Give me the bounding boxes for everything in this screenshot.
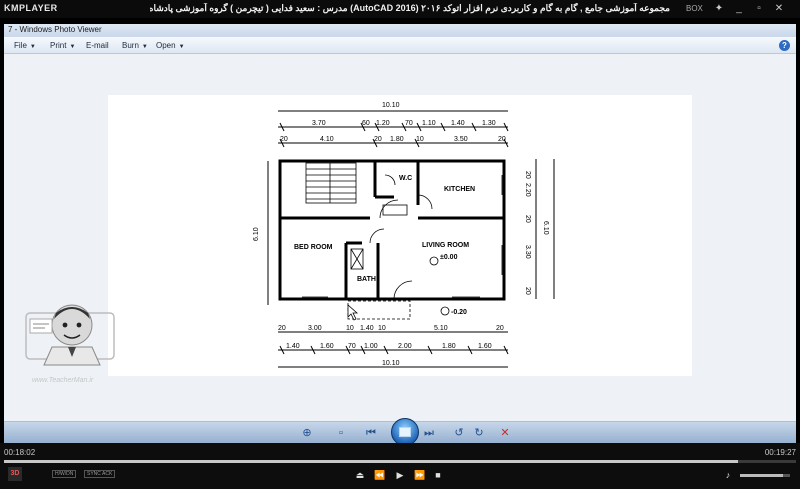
dim-bot2-1: 1.60	[320, 343, 334, 350]
previous-icon[interactable]: ⏮	[364, 426, 378, 440]
floor-plan-image: W.C KITCHEN BED ROOM LIVING ROOM BATH ±0…	[108, 95, 692, 376]
room-living-label: LIVING ROOM	[422, 242, 469, 249]
dim-top1-2: 1.20	[376, 120, 390, 127]
zoom-icon[interactable]: ⊕	[300, 426, 314, 440]
dim-bot2-5: 1.80	[442, 343, 456, 350]
dim-bot1-4: 10	[378, 325, 386, 332]
level-inside-label: ±0.00	[440, 254, 458, 261]
eject-icon[interactable]: ⏏	[354, 469, 366, 481]
next-icon[interactable]: ⏭	[422, 426, 436, 440]
time-total: 00:19:27	[764, 448, 796, 457]
seek-bar[interactable]	[4, 460, 796, 463]
dim-top2-3: 1.80	[390, 136, 404, 143]
dim-top1-5: 1.40	[451, 120, 465, 127]
dim-top2-0: 20	[280, 136, 288, 143]
3d-button[interactable]: 3D	[8, 467, 22, 481]
dim-top2-4: 10	[416, 136, 424, 143]
dim-top2-2: 20	[374, 136, 382, 143]
floor-plan-svg: W.C KITCHEN BED ROOM LIVING ROOM BATH ±0…	[253, 102, 555, 368]
teacher-logo	[20, 295, 120, 385]
menu-burn[interactable]: Burn ▼	[122, 41, 148, 50]
volume-level	[740, 474, 783, 477]
delete-icon[interactable]: ✕	[498, 426, 512, 440]
rotate-ccw-icon[interactable]: ↺	[452, 426, 466, 440]
room-wc-label: W.C	[399, 175, 412, 182]
dim-bot1-6: 20	[496, 325, 504, 332]
stop-icon[interactable]: ■	[432, 469, 444, 481]
viewer-menu-bar: File ▼ Print ▼ E-mail Burn ▼ Open ▼ ?	[4, 37, 796, 54]
room-bath-label: BATH	[357, 276, 376, 283]
maximize-icon[interactable]: ▫	[752, 2, 766, 16]
viewer-navigation-bar: ⊕ ▫ ⏮ ⏭ ↺ ↻ ✕	[4, 418, 796, 446]
dim-left-total: 6.10	[253, 227, 260, 241]
hw-tag[interactable]: H/W/DN	[52, 470, 77, 478]
help-icon[interactable]: ?	[779, 40, 790, 51]
dim-top2-6: 20	[498, 136, 506, 143]
dim-bottom-total: 10.10	[382, 360, 400, 367]
forward-icon[interactable]: ⏩	[414, 469, 426, 481]
player-logo: KMPLAYER	[4, 3, 58, 13]
menu-file[interactable]: File ▼	[14, 41, 36, 50]
dim-bot2-3: 1.00	[364, 343, 378, 350]
viewer-title: 7 - Windows Photo Viewer	[8, 25, 102, 34]
room-kitchen-label: KITCHEN	[444, 186, 475, 193]
slideshow-button[interactable]	[391, 418, 419, 446]
dim-bot1-1: 3.00	[308, 325, 322, 332]
dim-right-2: 20	[524, 215, 531, 223]
dim-bot2-0: 1.40	[286, 343, 300, 350]
menu-email[interactable]: E-mail	[86, 41, 109, 50]
player-title-bar: KMPLAYER مجموعه آموزشی جامع , گام به گام…	[0, 0, 800, 18]
menu-print[interactable]: Print ▼	[50, 41, 75, 50]
teacher-website: www.TeacherMan.ir	[32, 377, 94, 384]
dim-right-total: 6.10	[542, 221, 549, 235]
player-video-title: مجموعه آموزشی جامع , گام به گام و کاربرد…	[150, 3, 670, 13]
rotate-cw-icon[interactable]: ↻	[472, 426, 486, 440]
dim-top1-0: 3.70	[312, 120, 326, 127]
sync-tag[interactable]: SYNC ACK	[84, 470, 116, 478]
rewind-icon[interactable]: ⏪	[374, 469, 386, 481]
dim-right-0: 20	[524, 171, 531, 179]
dim-right-3: 3.30	[524, 245, 531, 259]
dim-top1-3: 70	[405, 120, 413, 127]
dim-top2-1: 4.10	[320, 136, 334, 143]
dim-bot2-2: 70	[348, 343, 356, 350]
minimize-icon[interactable]: _	[732, 2, 746, 16]
dim-top1-4: 1.10	[422, 120, 436, 127]
menu-open[interactable]: Open ▼	[156, 41, 185, 50]
dim-bot2-6: 1.60	[478, 343, 492, 350]
dim-bot1-3: 1.40	[360, 325, 374, 332]
mouse-cursor-icon	[347, 304, 359, 321]
volume-icon[interactable]: ♪	[722, 469, 734, 481]
actual-size-icon[interactable]: ▫	[334, 426, 348, 440]
seek-progress	[4, 460, 739, 463]
player-control-bar: 00:18:02 00:19:27 3D H/W/DN SYNC ACK ⏏ ⏪…	[0, 443, 800, 489]
play-icon[interactable]: ▶	[394, 469, 406, 481]
dim-right-1: 2.20	[524, 183, 531, 197]
time-elapsed: 00:18:02	[4, 448, 36, 457]
volume-slider[interactable]	[740, 474, 790, 477]
dim-top1-6: 1.30	[482, 120, 496, 127]
dim-right-4: 20	[524, 287, 531, 295]
dim-bot1-0: 20	[278, 325, 286, 332]
dim-top-total: 10.10	[382, 102, 400, 109]
dim-bot1-5: 5.10	[434, 325, 448, 332]
dim-top1-1: 60	[362, 120, 370, 127]
viewer-title-bar: 7 - Windows Photo Viewer	[4, 24, 796, 37]
box-button[interactable]: BOX	[686, 4, 703, 13]
room-bedroom-label: BED ROOM	[294, 244, 333, 251]
close-icon[interactable]: ✕	[772, 2, 786, 16]
level-outside-label: -0.20	[451, 309, 467, 316]
dim-bot2-4: 2.00	[398, 343, 412, 350]
dim-bot1-2: 10	[346, 325, 354, 332]
dim-top2-5: 3.50	[454, 136, 468, 143]
pin-icon[interactable]: ✦	[712, 2, 726, 16]
